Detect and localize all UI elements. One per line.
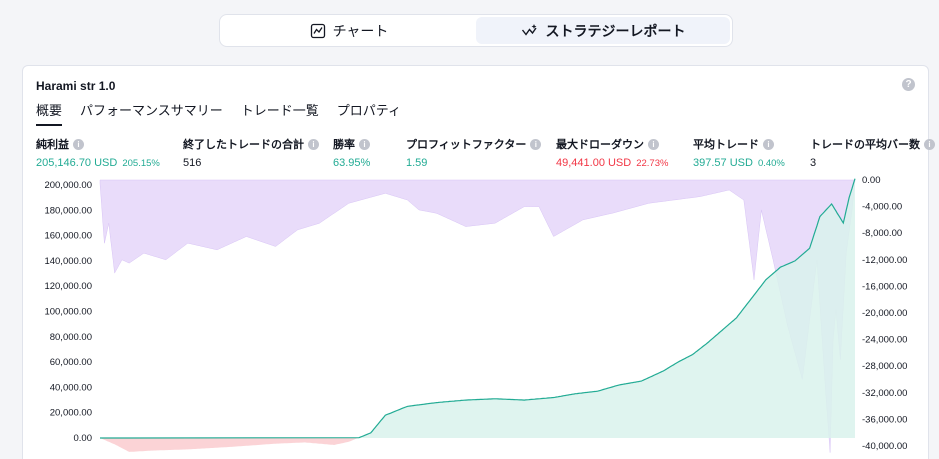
left-axis-tick-label: 20,000.00 <box>50 408 92 419</box>
right-axis-tick-label: -4,000.00 <box>862 202 902 213</box>
equity-loss-area <box>100 438 855 452</box>
right-axis-tick-label: -28,000.00 <box>862 361 907 372</box>
left-axis-tick-label: 60,000.00 <box>50 357 92 368</box>
left-axis-tick-label: 40,000.00 <box>50 382 92 393</box>
left-axis-tick-label: 80,000.00 <box>50 332 92 343</box>
right-axis-tick-label: -40,000.00 <box>862 441 907 452</box>
right-axis-tick-label: -36,000.00 <box>862 414 907 425</box>
left-axis-tick-label: 120,000.00 <box>44 281 92 292</box>
right-axis-tick-label: -32,000.00 <box>862 388 907 399</box>
right-axis-tick-label: -20,000.00 <box>862 308 907 319</box>
left-axis-tick-label: 180,000.00 <box>44 205 92 216</box>
left-axis-tick-label: 200,000.00 <box>44 180 92 191</box>
right-axis-tick-label: -24,000.00 <box>862 335 907 346</box>
right-axis-tick-label: 0.00 <box>862 175 881 186</box>
right-axis-tick-label: -8,000.00 <box>862 228 902 239</box>
left-axis-tick-label: 100,000.00 <box>44 307 92 318</box>
equity-drawdown-chart: 200,000.00 180,000.00 160,000.00 140,000.00… <box>0 0 907 453</box>
right-axis-tick-label: -16,000.00 <box>862 281 907 292</box>
left-axis-tick-label: 140,000.00 <box>44 256 92 267</box>
left-axis-tick-label: 0.00 <box>74 433 93 444</box>
right-axis-tick-label: -12,000.00 <box>862 255 907 266</box>
left-axis-tick-label: 160,000.00 <box>44 231 92 242</box>
